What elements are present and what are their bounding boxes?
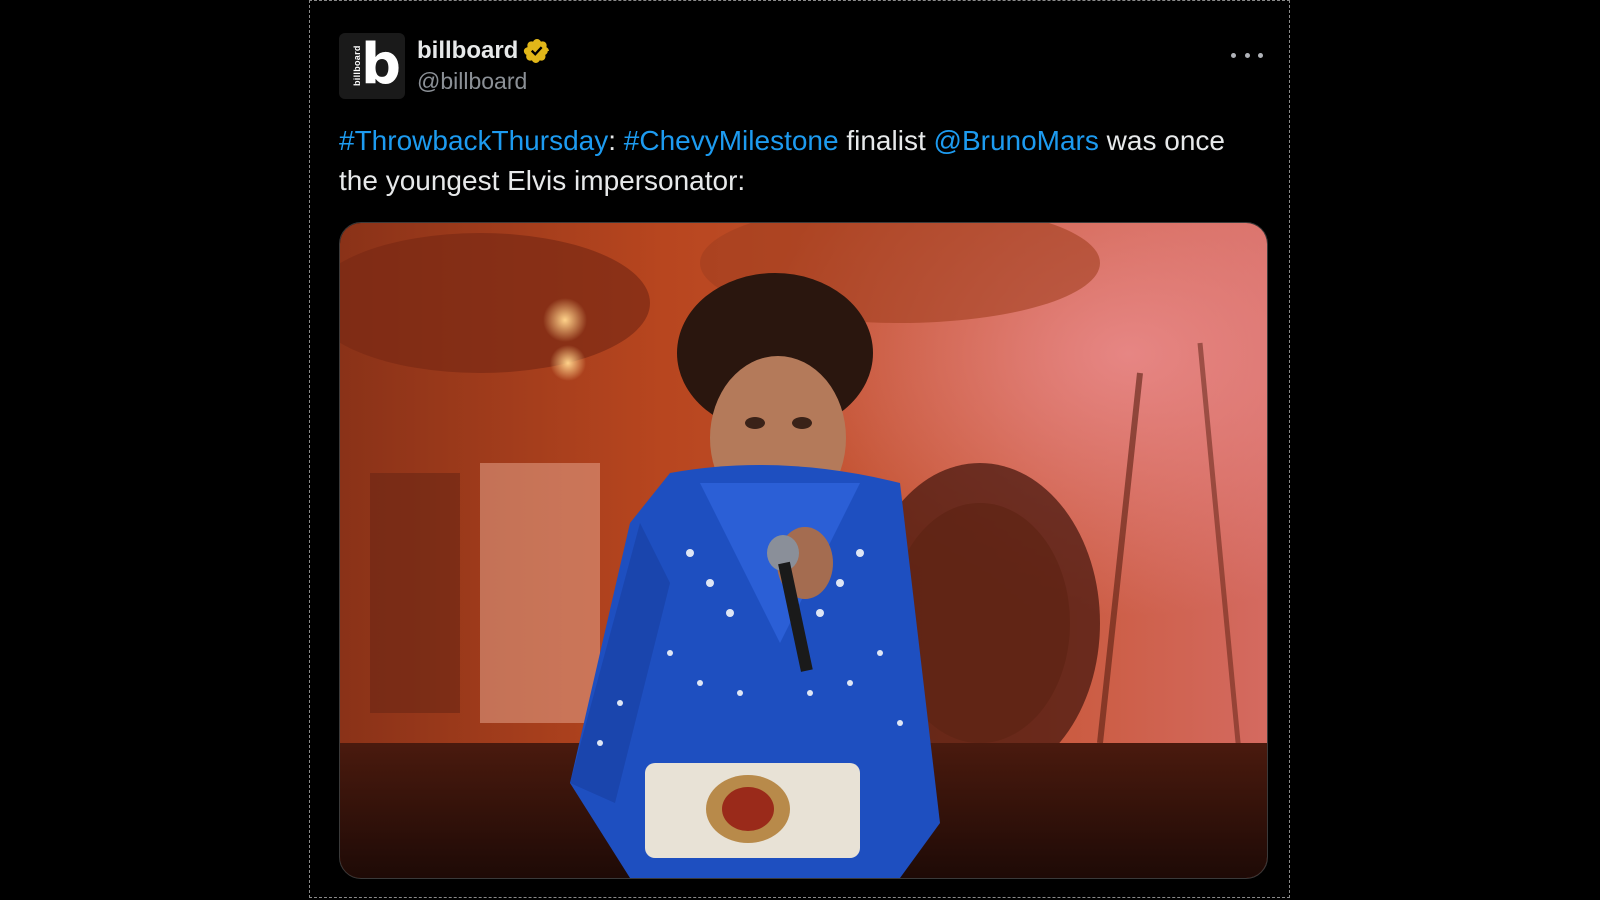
mention-link[interactable]: @BrunoMars — [934, 125, 1099, 156]
name-row: billboard — [417, 36, 551, 66]
tweet-media-image[interactable] — [339, 222, 1268, 879]
hashtag-link[interactable]: #ThrowbackThursday — [339, 125, 608, 156]
avatar-letter: b — [361, 33, 402, 97]
hashtag-link[interactable]: #ChevyMilestone — [624, 125, 839, 156]
more-horizontal-icon — [1231, 52, 1236, 58]
tweet-text: #ThrowbackThursday: #ChevyMilestone fina… — [339, 121, 1259, 201]
display-name[interactable]: billboard — [417, 36, 518, 66]
tweet-text-segment: finalist — [838, 125, 934, 156]
verified-badge-icon[interactable] — [523, 37, 551, 65]
more-horizontal-icon — [1258, 52, 1263, 58]
more-button[interactable] — [1231, 45, 1263, 65]
name-block: billboard @billboard — [417, 36, 551, 96]
tweet-header: billboard b billboard @billboard — [339, 33, 551, 99]
handle[interactable]: @billboard — [417, 66, 551, 96]
avatar[interactable]: billboard b — [339, 33, 405, 99]
tweet-text-segment: : — [608, 125, 624, 156]
more-horizontal-icon — [1244, 52, 1250, 58]
media-illustration — [340, 223, 1267, 878]
tweet-card: billboard b billboard @billboard #Throwb… — [309, 0, 1290, 898]
